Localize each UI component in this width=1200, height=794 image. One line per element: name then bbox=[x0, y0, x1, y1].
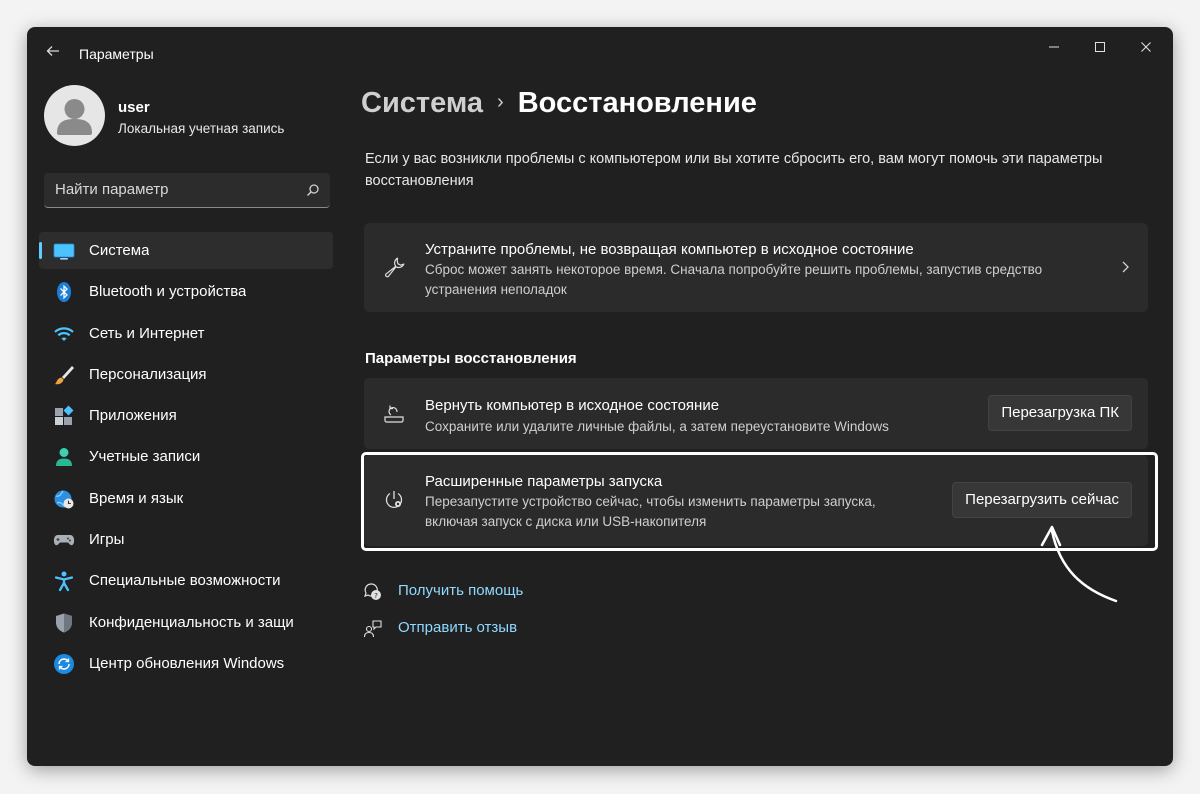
sidebar-item-label: Специальные возможности bbox=[89, 572, 281, 590]
sidebar-item-system[interactable]: Система bbox=[39, 232, 333, 269]
person-avatar-icon bbox=[57, 99, 92, 135]
sidebar-item-label: Конфиденциальность и защи bbox=[89, 613, 294, 631]
troubleshoot-card[interactable]: Устраните проблемы, не возвращая компьют… bbox=[364, 223, 1148, 312]
card-description: Сброс может занять некоторое время. Снач… bbox=[425, 262, 1043, 297]
settings-window: Параметры user Локальная учетная запись … bbox=[27, 27, 1173, 766]
app-title: Параметры bbox=[79, 46, 154, 62]
apps-icon bbox=[55, 405, 74, 426]
username: user bbox=[118, 99, 150, 116]
breadcrumb-parent[interactable]: Система bbox=[361, 87, 483, 119]
sidebar-item-accounts[interactable]: Учетные записи bbox=[39, 438, 333, 475]
bluetooth-icon bbox=[57, 282, 71, 303]
globe-clock-icon bbox=[54, 490, 74, 509]
close-icon bbox=[1141, 42, 1151, 52]
sidebar-nav: Система Bluetooth и устройства Сеть и Ин… bbox=[39, 232, 333, 686]
get-help-label[interactable]: Получить помощь bbox=[398, 582, 523, 599]
sidebar-item-label: Персонализация bbox=[89, 365, 207, 383]
search-input[interactable]: Найти параметр bbox=[55, 181, 169, 198]
search-icon[interactable] bbox=[306, 183, 320, 197]
card-title: Вернуть компьютер в исходное состояние bbox=[425, 397, 720, 414]
sidebar-item-label: Сеть и Интернет bbox=[89, 324, 205, 342]
wifi-icon bbox=[54, 326, 74, 341]
breadcrumb: Система › Восстановление bbox=[361, 87, 757, 120]
sidebar-item-label: Система bbox=[89, 242, 150, 259]
shield-icon bbox=[56, 613, 72, 633]
sidebar-item-bluetooth[interactable]: Bluetooth и устройства bbox=[39, 273, 333, 310]
gamepad-icon bbox=[53, 535, 75, 546]
maximize-icon bbox=[1095, 42, 1105, 52]
page-title: Восстановление bbox=[517, 87, 757, 119]
sidebar-item-label: Центр обновления Windows bbox=[89, 654, 285, 672]
sidebar-item-label: Bluetooth и устройства bbox=[89, 283, 247, 301]
reset-pc-icon bbox=[384, 405, 404, 423]
sidebar-item-time-language[interactable]: Время и язык bbox=[39, 480, 333, 517]
send-feedback-label[interactable]: Отправить отзыв bbox=[398, 619, 517, 636]
svg-text:?: ? bbox=[374, 592, 378, 600]
sidebar-item-network[interactable]: Сеть и Интернет bbox=[39, 315, 333, 352]
sidebar-item-label: Приложения bbox=[89, 407, 177, 425]
breadcrumb-separator: › bbox=[497, 91, 504, 113]
card-title: Устраните проблемы, не возвращая компьют… bbox=[425, 241, 914, 258]
search-box[interactable]: Найти параметр bbox=[44, 173, 330, 208]
sidebar-item-label: Учетные записи bbox=[89, 448, 201, 466]
sidebar-item-personalization[interactable]: Персонализация bbox=[39, 356, 333, 393]
account-type: Локальная учетная запись bbox=[118, 121, 285, 136]
sidebar-item-windows-update[interactable]: Центр обновления Windows bbox=[39, 645, 333, 682]
card-description: Сохраните или удалите личные файлы, а за… bbox=[425, 419, 889, 434]
feedback-icon bbox=[363, 620, 382, 638]
minimize-icon bbox=[1049, 46, 1059, 48]
maximize-button[interactable] bbox=[1077, 33, 1123, 63]
close-button[interactable] bbox=[1123, 33, 1169, 63]
title-bar: Параметры bbox=[27, 27, 1173, 67]
sidebar-item-apps[interactable]: Приложения bbox=[39, 397, 333, 434]
sidebar-item-label: Время и язык bbox=[89, 489, 184, 507]
sidebar-item-privacy[interactable]: Конфиденциальность и защи bbox=[39, 604, 333, 641]
reset-pc-card: Вернуть компьютер в исходное состояние С… bbox=[364, 378, 1148, 449]
account-icon bbox=[56, 448, 72, 467]
accessibility-icon bbox=[54, 571, 74, 592]
chevron-right-icon bbox=[1122, 261, 1129, 273]
system-monitor-icon bbox=[53, 243, 75, 260]
pointer-arrow-annotation bbox=[1040, 525, 1118, 603]
sidebar-item-label: Игры bbox=[89, 531, 125, 549]
brush-icon bbox=[55, 365, 74, 385]
windows-update-icon bbox=[54, 653, 74, 674]
back-arrow-icon bbox=[46, 46, 59, 56]
sidebar-item-gaming[interactable]: Игры bbox=[39, 521, 333, 558]
section-title: Параметры восстановления bbox=[365, 350, 577, 367]
reset-pc-button[interactable]: Перезагрузка ПК bbox=[988, 395, 1132, 431]
back-button[interactable] bbox=[39, 37, 67, 65]
minimize-button[interactable] bbox=[1031, 33, 1077, 63]
intro-text: Если у вас возникли проблемы с компьютер… bbox=[365, 151, 1103, 189]
avatar bbox=[44, 85, 105, 146]
help-chat-icon: ? bbox=[364, 583, 381, 600]
wrench-icon bbox=[385, 257, 405, 278]
sidebar-item-accessibility[interactable]: Специальные возможности bbox=[39, 562, 333, 599]
